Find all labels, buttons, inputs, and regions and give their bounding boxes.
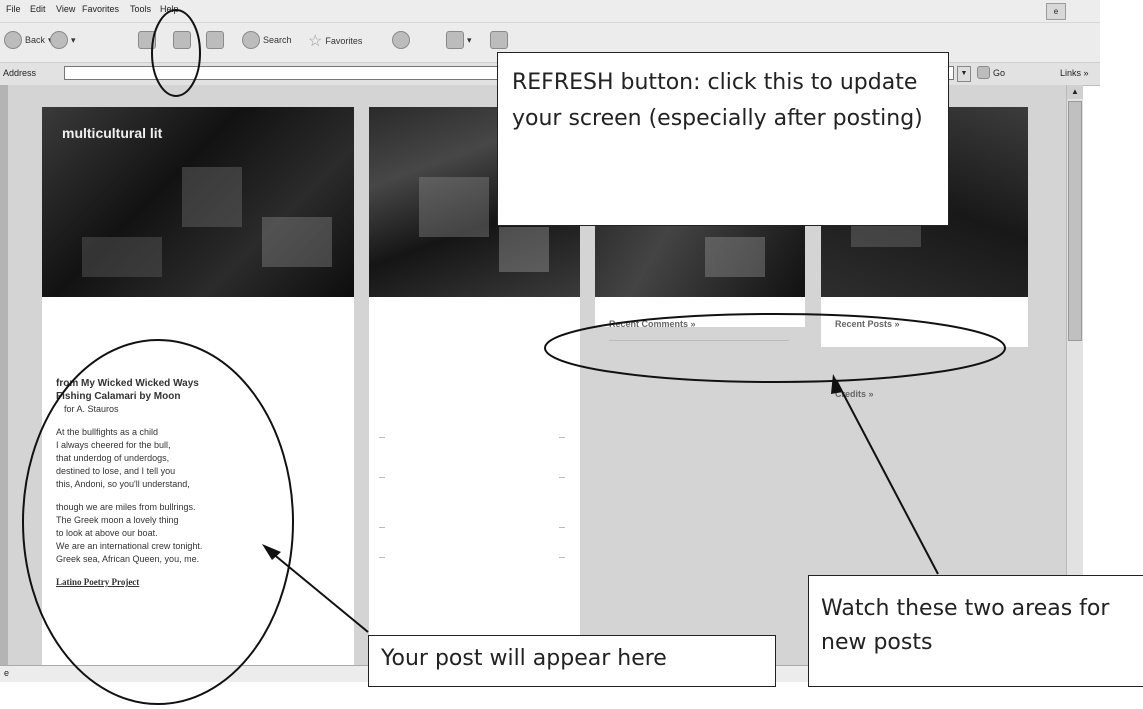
go-label: Go [993,67,1006,78]
post-line: destined to lose, and I tell you [56,466,176,476]
go-arrow-icon [977,66,990,79]
post-title-line2: Fishing Calamari by Moon [56,391,181,402]
watch-callout: Watch these two areas for new posts [808,575,1143,687]
header-image: multicultural lit [42,107,354,297]
menu-favorites[interactable]: Favorites [82,4,119,14]
address-label: Address [3,68,37,78]
credits-heading[interactable]: Credits » [835,389,874,399]
mail-button[interactable]: ▾ [446,31,472,49]
scroll-thumb[interactable] [1068,101,1082,341]
menu-edit[interactable]: Edit [30,4,46,14]
stop-icon [138,31,156,49]
links-button[interactable]: Links » [1060,68,1089,78]
back-arrow-icon [4,31,22,49]
search-button[interactable]: Search [242,31,292,49]
post-area: from My Wicked Wicked Ways Fishing Calam… [56,377,346,599]
post-stanza-2: though we are miles from bullrings. The … [56,501,346,566]
post-line: that underdog of underdogs, [56,453,170,463]
chevron-down-icon: ▾ [467,34,472,45]
post-title-line1: from My Wicked Wicked Ways [56,378,199,389]
chevron-down-icon: ▾ [71,34,76,45]
post-dedication: for A. Stauros [64,404,119,414]
post-line: We are an international crew tonight. [56,541,203,551]
back-button[interactable]: Back ▾ [4,31,53,49]
menu-help[interactable]: Help [160,4,179,14]
post-line: I always cheered for the bull, [56,440,171,450]
go-button[interactable]: Go [977,66,1005,79]
browser-logo-icon: e [1046,3,1066,20]
back-label: Back [25,35,46,45]
main-column: multicultural lit from My Wicked Wicked … [42,107,354,665]
post-line: though we are miles from bullrings. [56,502,196,512]
home-button[interactable] [206,31,224,49]
history-icon [392,31,410,49]
post-callout: Your post will appear here [368,635,776,687]
home-icon [206,31,224,49]
refresh-icon [173,31,191,49]
refresh-button[interactable] [173,31,191,49]
post-line: Greek sea, African Queen, you, me. [56,554,200,564]
stop-button[interactable] [138,31,156,49]
menu-file[interactable]: File [6,4,21,14]
menu-view[interactable]: View [56,4,75,14]
page-left-border [0,85,8,665]
print-button[interactable] [490,31,508,49]
post-line: this, Andoni, so you'll understand, [56,479,190,489]
post-line: At the bullfights as a child [56,427,159,437]
star-icon: ☆ [308,33,323,50]
print-icon [490,31,508,49]
blog-title[interactable]: multicultural lit [62,125,162,141]
recent-comments-heading[interactable]: Recent Comments » [609,319,696,329]
menu-bar: File Edit View Favorites Tools Help e [0,0,1100,22]
post-line: The Greek moon a lovely thing [56,515,179,525]
divider [609,340,789,341]
recent-posts-heading[interactable]: Recent Posts » [835,319,900,329]
favorites-label: Favorites [325,36,363,46]
history-button[interactable] [392,31,410,49]
search-label: Search [263,35,292,45]
menu-tools[interactable]: Tools [130,4,151,14]
status-icon: e [4,668,10,678]
mail-icon [446,31,464,49]
refresh-callout: REFRESH button: click this to update you… [497,52,949,226]
address-dropdown-button[interactable]: ▼ [957,66,971,82]
search-icon [242,31,260,49]
post-stanza-1: At the bullfights as a child I always ch… [56,426,346,491]
forward-button[interactable]: ▾ [50,31,76,49]
post-link[interactable]: Latino Poetry Project [56,577,139,587]
favorites-button[interactable]: ☆ Favorites [308,31,362,51]
post-line: to look at above our boat. [56,528,158,538]
forward-arrow-icon [50,31,68,49]
scroll-up-arrow-icon[interactable]: ▲ [1067,85,1083,99]
